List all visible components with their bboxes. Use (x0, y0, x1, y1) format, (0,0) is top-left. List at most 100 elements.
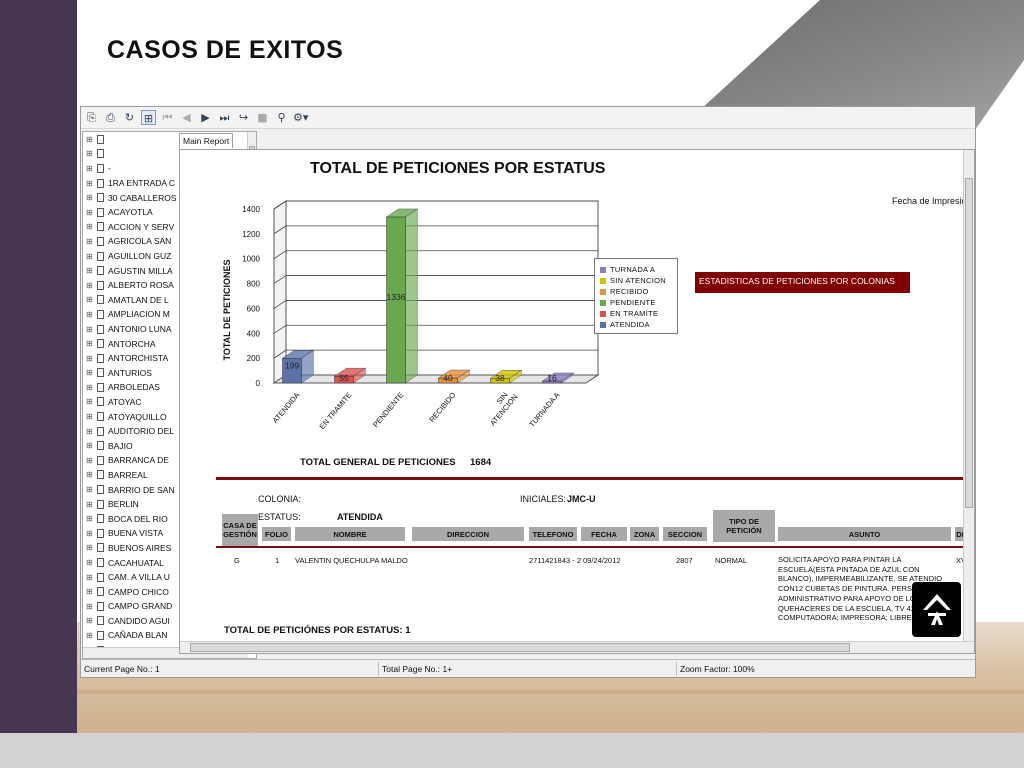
document-icon (97, 178, 104, 188)
legend-label: RECIBIDO (610, 287, 649, 296)
zoom-status: Zoom Factor: 100% (680, 664, 755, 674)
iniciales-label: INICIALES: (520, 494, 567, 504)
print-icon[interactable]: ⎙ (103, 110, 118, 125)
estatus-value: ATENDIDA (337, 512, 383, 522)
x-tick-label: ATENDIDA (271, 391, 302, 425)
document-icon (97, 280, 104, 290)
group-tree-icon[interactable]: ⊞ (141, 110, 156, 125)
expand-icon[interactable]: ⊞ (86, 558, 95, 567)
expand-icon[interactable]: ⊞ (86, 397, 95, 406)
expand-icon[interactable]: ⊞ (86, 383, 95, 392)
bar-side (405, 208, 418, 384)
expand-icon[interactable]: ⊞ (86, 266, 95, 275)
expand-icon[interactable]: ⊞ (86, 149, 95, 158)
expand-icon[interactable]: ⊞ (86, 179, 95, 188)
document-icon (97, 616, 104, 626)
expand-icon[interactable]: ⊞ (86, 616, 95, 625)
expand-icon[interactable]: ⊞ (86, 310, 95, 319)
report-viewer-window: ⎘ ⎙ ↻ ⊞ ⏮ ◀ ▶ ⏭ ↪ ■ ⚲ ⚙▾ ⊞ ⊞ ⊞ - ⊞ 1RA ENTRAD… (80, 106, 976, 678)
expand-icon[interactable]: ⊞ (86, 485, 95, 494)
expand-icon[interactable]: ⊞ (86, 193, 95, 202)
expand-icon[interactable]: ⊞ (86, 368, 95, 377)
document-icon (97, 236, 104, 246)
total-por-estatus: TOTAL DE PETICIÓNES POR ESTATUS: 1 (224, 625, 411, 636)
chart-back-wall (285, 200, 599, 376)
col-seccion: SECCION (663, 527, 707, 541)
document-icon (97, 251, 104, 261)
document-icon (97, 426, 104, 436)
expand-icon[interactable]: ⊞ (86, 354, 95, 363)
document-icon (97, 630, 104, 640)
expand-icon[interactable]: ⊞ (86, 252, 95, 261)
expand-icon[interactable]: ⊞ (86, 602, 95, 611)
document-icon (97, 324, 104, 334)
document-icon (97, 222, 104, 232)
total-status-label: TOTAL DE PETICIÓNES POR ESTATUS: (224, 625, 403, 636)
total-general-label: TOTAL GENERAL DE PETICIONES (300, 457, 456, 468)
estatus-label: ESTATUS: (258, 512, 301, 522)
report-scroll-thumb[interactable] (965, 178, 973, 508)
tree-node-label: 1RA ENTRADA C (108, 178, 176, 189)
expand-icon[interactable]: ⊞ (86, 631, 95, 640)
expand-icon[interactable]: ⊞ (86, 573, 95, 582)
last-page-icon[interactable]: ⏭ (217, 110, 232, 125)
tree-node-label: BARRIO DE SAN (108, 484, 175, 495)
document-icon (97, 149, 104, 159)
stop-icon[interactable]: ■ (255, 110, 270, 125)
y-tick-label: 600 (247, 304, 261, 313)
document-icon (97, 455, 104, 465)
tree-node-label: ATOYAC (108, 396, 142, 407)
expand-icon[interactable]: ⊞ (86, 587, 95, 596)
tab-main-report[interactable]: Main Report (179, 133, 234, 148)
expand-icon[interactable]: ⊞ (86, 164, 95, 173)
legend-swatch (600, 277, 606, 284)
tree-node-label: BARREAL (108, 469, 148, 480)
first-page-icon[interactable]: ⏮ (160, 110, 175, 125)
expand-icon[interactable]: ⊞ (86, 208, 95, 217)
expand-icon[interactable]: ⊞ (86, 222, 95, 231)
report-horizontal-scrollbar[interactable] (180, 641, 974, 653)
fecha-impresion-label: Fecha de Impresió (892, 196, 967, 206)
expand-icon[interactable]: ⊞ (86, 295, 95, 304)
tree-node-label: AGUILLON GUZ (108, 251, 172, 262)
expand-icon[interactable]: ⊞ (86, 325, 95, 334)
expand-icon[interactable]: ⊞ (86, 500, 95, 509)
report-hscroll-thumb[interactable] (190, 643, 850, 652)
tree-node-label: ALBERTO ROSA (108, 280, 174, 291)
document-icon (97, 528, 104, 538)
legend-label: PENDIENTE (610, 298, 656, 307)
prev-page-icon[interactable]: ◀ (179, 110, 194, 125)
tree-node-label: BUENA VISTA (108, 528, 164, 539)
expand-icon[interactable]: ⊞ (86, 135, 95, 144)
legend-item: RECIBIDO (600, 286, 672, 297)
refresh-icon[interactable]: ↻ (122, 110, 137, 125)
legend-swatch (600, 266, 606, 273)
goto-page-icon[interactable]: ↪ (236, 110, 251, 125)
document-icon (97, 441, 104, 451)
search-icon[interactable]: ⚲ (274, 110, 289, 125)
cell-seccion: 2807 (676, 556, 693, 565)
cell-casa: G (234, 556, 240, 565)
expand-icon[interactable]: ⊞ (86, 441, 95, 450)
total-status-value: 1 (405, 625, 411, 636)
export-icon[interactable]: ⎘ (84, 110, 99, 125)
slide-bottom-band (0, 733, 1024, 768)
expand-icon[interactable]: ⊞ (86, 339, 95, 348)
zoom-icon[interactable]: ⚙▾ (293, 110, 308, 125)
expand-icon[interactable]: ⊞ (86, 427, 95, 436)
bar-value-label: 38 (495, 373, 505, 383)
expand-icon[interactable]: ⊞ (86, 543, 95, 552)
tree-node-label: CACAHUATAL (108, 557, 164, 568)
expand-icon[interactable]: ⊞ (86, 412, 95, 421)
legend-item: ATENDIDA (600, 319, 672, 330)
legend-swatch (600, 288, 606, 295)
expand-icon[interactable]: ⊞ (86, 514, 95, 523)
expand-icon[interactable]: ⊞ (86, 281, 95, 290)
expand-icon[interactable]: ⊞ (86, 529, 95, 538)
expand-icon[interactable]: ⊞ (86, 456, 95, 465)
next-page-icon[interactable]: ▶ (198, 110, 213, 125)
expand-icon[interactable]: ⊞ (86, 237, 95, 246)
expand-icon[interactable]: ⊞ (86, 470, 95, 479)
report-vertical-scrollbar[interactable] (963, 150, 974, 643)
y-tick-label: 1400 (242, 205, 260, 214)
